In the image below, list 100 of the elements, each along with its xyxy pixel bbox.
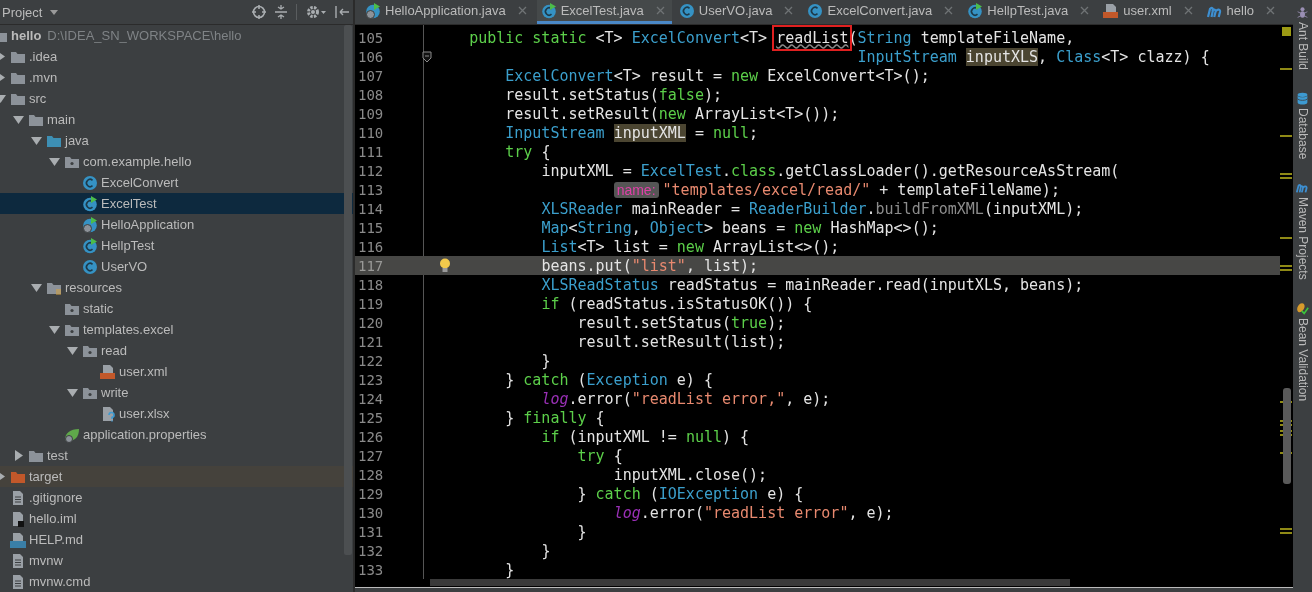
line-number: 122 bbox=[357, 352, 385, 369]
ant-icon bbox=[1296, 6, 1309, 19]
tree-item[interactable]: application.properties bbox=[0, 424, 353, 445]
line-number: 114 bbox=[357, 200, 385, 217]
line-number: 119 bbox=[357, 295, 385, 312]
code-line: log.error("readList error,", e); bbox=[541, 389, 831, 408]
tree-item[interactable]: ExcelConvert bbox=[0, 172, 353, 193]
line-number: 123 bbox=[357, 371, 385, 388]
unknown-file-icon bbox=[100, 405, 116, 422]
tree-item[interactable]: read bbox=[0, 340, 353, 361]
code-line: log.error("readList error", e); bbox=[613, 503, 894, 522]
collapse-icon[interactable] bbox=[275, 5, 287, 19]
line-number: 117 bbox=[357, 257, 385, 274]
code-line: try { bbox=[577, 446, 623, 465]
tree-item[interactable]: static bbox=[0, 298, 353, 319]
line-number: 129 bbox=[357, 485, 385, 502]
tree-item[interactable]: HELP.md bbox=[0, 529, 353, 550]
code-line: Map<String, Object> beans = new HashMap<>(); bbox=[541, 218, 939, 237]
tree-item[interactable]: mvnw bbox=[0, 550, 353, 571]
tree-item[interactable]: src bbox=[0, 88, 353, 109]
fold-icon[interactable] bbox=[421, 50, 432, 63]
line-number: 110 bbox=[357, 124, 385, 141]
module-file-icon bbox=[10, 510, 26, 527]
line-number: 124 bbox=[357, 390, 385, 407]
code-line: } finally { bbox=[505, 408, 605, 427]
code-line: try { bbox=[505, 142, 551, 161]
editor-tab[interactable]: ExcelTest.java bbox=[536, 0, 672, 24]
code-line: } catch (Exception e) { bbox=[505, 370, 713, 389]
tree-item[interactable]: user.xlsx bbox=[0, 403, 353, 424]
line-number: 127 bbox=[357, 447, 385, 464]
target-icon[interactable] bbox=[252, 5, 266, 19]
scrollbar-thumb[interactable] bbox=[1283, 388, 1291, 484]
tree-item[interactable]: resources bbox=[0, 277, 353, 298]
expanded-arrow-icon[interactable] bbox=[31, 135, 42, 146]
tree-item[interactable]: HellpTest bbox=[0, 235, 353, 256]
gear-icon[interactable] bbox=[306, 5, 326, 19]
code-line: } catch (IOException e) { bbox=[577, 484, 804, 503]
collapsed-arrow-icon[interactable] bbox=[13, 450, 24, 461]
tree-item[interactable]: user.xml bbox=[0, 361, 353, 382]
tree-item[interactable]: ExcelTest bbox=[0, 193, 353, 214]
tree-item[interactable]: test bbox=[0, 445, 353, 466]
tree-item[interactable]: hello.iml bbox=[0, 508, 353, 529]
xml-file-icon bbox=[100, 363, 116, 380]
tool-window-button[interactable]: Maven Projects bbox=[1295, 179, 1310, 283]
hide-icon[interactable] bbox=[335, 5, 349, 19]
tool-window-button[interactable]: Ant Build bbox=[1295, 4, 1310, 73]
line-number: 130 bbox=[357, 504, 385, 521]
run-class-icon bbox=[82, 216, 98, 233]
tree-item[interactable]: target bbox=[0, 466, 353, 487]
tree-item[interactable]: java bbox=[0, 130, 353, 151]
line-number: 105 bbox=[357, 29, 385, 46]
code-line: } bbox=[577, 522, 587, 541]
run-class-icon bbox=[82, 237, 98, 254]
tree-item[interactable]: hello D:\IDEA_SN_WORKSPACE\hello bbox=[0, 25, 353, 46]
line-number: 106 bbox=[357, 48, 385, 65]
code-line: result.setResult(list); bbox=[577, 332, 786, 351]
run-class-icon bbox=[82, 195, 98, 212]
markdown-file-icon bbox=[10, 531, 26, 548]
line-number: 107 bbox=[357, 67, 385, 84]
code-line: List<T> list = new ArrayList<>(); bbox=[541, 237, 840, 256]
line-number: 120 bbox=[357, 314, 385, 331]
tree-item[interactable]: templates.excel bbox=[0, 319, 353, 340]
horizontal-scrollbar[interactable] bbox=[430, 579, 1070, 586]
tool-window-button[interactable]: Bean Validation bbox=[1295, 300, 1310, 404]
tree-item[interactable]: UserVO bbox=[0, 256, 353, 277]
expanded-arrow-icon[interactable] bbox=[13, 114, 24, 125]
code-line: inputXML = ExcelTest.class.getClassLoader().getResourceAsStream( bbox=[541, 161, 1120, 180]
code-line: } bbox=[541, 541, 551, 560]
tree-item[interactable]: .idea bbox=[0, 46, 353, 67]
line-number: 132 bbox=[357, 542, 385, 559]
bean-check-icon bbox=[1296, 302, 1309, 316]
run-class-icon bbox=[540, 2, 557, 19]
class-icon bbox=[82, 174, 98, 191]
tree-item[interactable]: write bbox=[0, 382, 353, 403]
line-number: 116 bbox=[357, 238, 385, 255]
tree-item[interactable]: com.example.hello bbox=[0, 151, 353, 172]
code-line: } bbox=[541, 351, 551, 370]
expanded-arrow-icon[interactable] bbox=[67, 345, 78, 356]
line-number: 115 bbox=[357, 219, 385, 236]
expanded-arrow-icon[interactable] bbox=[49, 156, 60, 167]
line-number: 109 bbox=[357, 105, 385, 122]
code-line: ExcelConvert<T> result = new ExcelConvert<T>(); bbox=[505, 66, 930, 85]
scrollbar-thumb[interactable] bbox=[344, 25, 352, 555]
project-view-dropdown[interactable]: Project bbox=[2, 4, 59, 20]
class-icon bbox=[678, 2, 695, 19]
expanded-arrow-icon[interactable] bbox=[31, 282, 42, 293]
tree-item[interactable]: main bbox=[0, 109, 353, 130]
code-line: XLSReadStatus readStatus = mainReader.read(inputXLS, beans); bbox=[541, 275, 1084, 294]
expanded-arrow-icon[interactable] bbox=[49, 324, 60, 335]
tree-item[interactable]: HelloApplication bbox=[0, 214, 353, 235]
tree-item[interactable]: .mvn bbox=[0, 67, 353, 88]
tool-window-button[interactable]: Database bbox=[1295, 90, 1310, 162]
tree-item[interactable]: mvnw.cmd bbox=[0, 571, 353, 592]
leaf-icon bbox=[64, 426, 80, 443]
expanded-arrow-icon[interactable] bbox=[67, 387, 78, 398]
tree-item[interactable]: .gitignore bbox=[0, 487, 353, 508]
lightbulb-icon[interactable] bbox=[439, 258, 451, 273]
run-class-icon bbox=[365, 2, 381, 19]
code-line: result.setStatus(false); bbox=[505, 85, 722, 104]
line-number: 121 bbox=[357, 333, 385, 350]
